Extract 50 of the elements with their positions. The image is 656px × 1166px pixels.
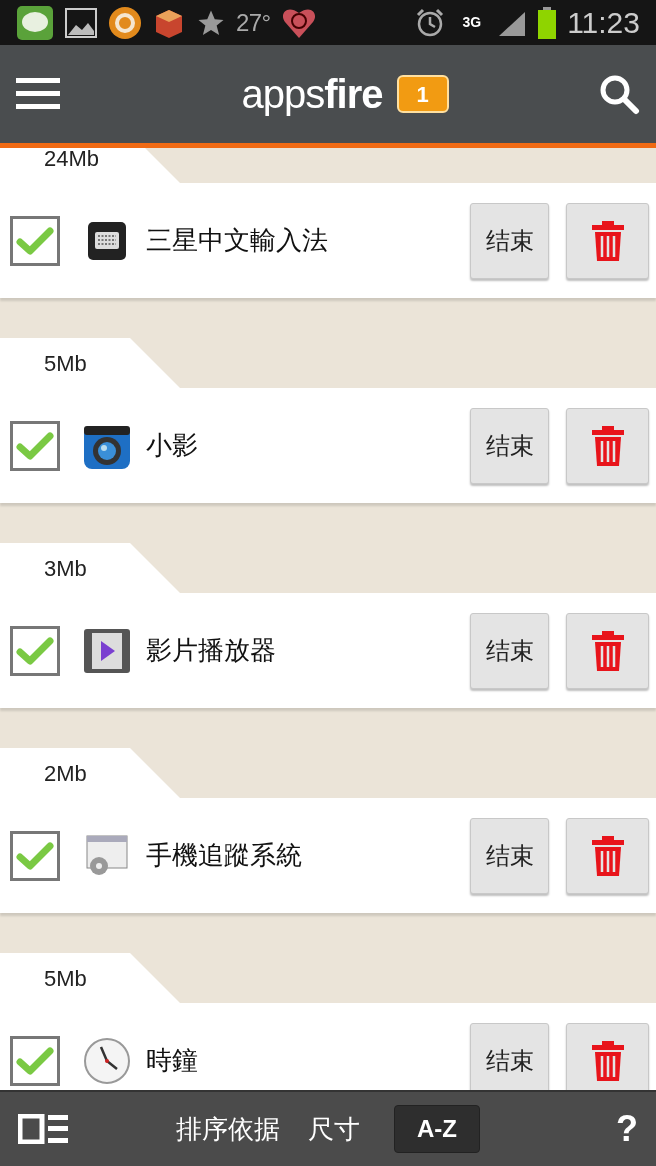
size-label: 3Mb [44,554,87,583]
checkbox[interactable] [10,625,60,676]
battery-icon [537,6,558,39]
sort-option[interactable]: 尺寸 [308,1109,360,1149]
checkbox[interactable] [10,420,60,471]
end-button[interactable]: 结束 [470,202,549,279]
signal-icon [497,9,528,36]
sort-option[interactable]: A-Z [394,1105,480,1153]
trash-icon [590,220,625,261]
end-button[interactable]: 结束 [470,612,549,689]
checkbox[interactable] [10,215,60,266]
app-name: 影片播放器 [146,634,277,667]
trash-icon [590,835,625,876]
size-label: 5Mb [44,349,87,378]
app-name: 時鐘 [146,1044,199,1077]
app-logo: appsfire [241,71,383,118]
delete-button[interactable] [566,1022,649,1090]
size-label: 2Mb [44,759,87,788]
clock-icon [83,1036,131,1085]
temperature: 27° [236,7,271,38]
app-name: 手機追蹤系統 [146,839,303,872]
search-icon[interactable] [598,73,640,115]
circle-app-icon [108,5,142,40]
help-button[interactable]: ? [616,1102,638,1156]
keyboard-icon [87,220,127,261]
trash-icon [590,425,625,466]
chat-app-icon [16,4,54,41]
trash-icon [590,630,625,671]
network-type: 3G [462,13,482,32]
checkbox[interactable] [10,1035,60,1086]
checkbox[interactable] [10,830,60,881]
video-play-icon [83,627,131,674]
delete-button[interactable] [566,817,649,894]
menu-icon[interactable] [16,77,62,111]
app-name: 小影 [146,429,199,462]
delete-button[interactable] [566,202,649,279]
delete-button[interactable] [566,407,649,484]
app-name: 三星中文輸入法 [146,224,329,257]
end-button[interactable]: 结束 [470,407,549,484]
window-gear-icon [83,833,131,878]
layout-toggle-icon[interactable] [18,1114,70,1144]
delete-button[interactable] [566,612,649,689]
trash-icon [590,1040,625,1081]
clock-time: 11:23 [567,5,640,41]
end-button[interactable]: 结束 [470,817,549,894]
end-button[interactable]: 结束 [470,1022,549,1090]
sort-label: 排序依据 [176,1112,280,1146]
size-label: 5Mb [44,964,87,993]
size-label: 24Mb [44,148,100,173]
image-icon [64,6,98,39]
